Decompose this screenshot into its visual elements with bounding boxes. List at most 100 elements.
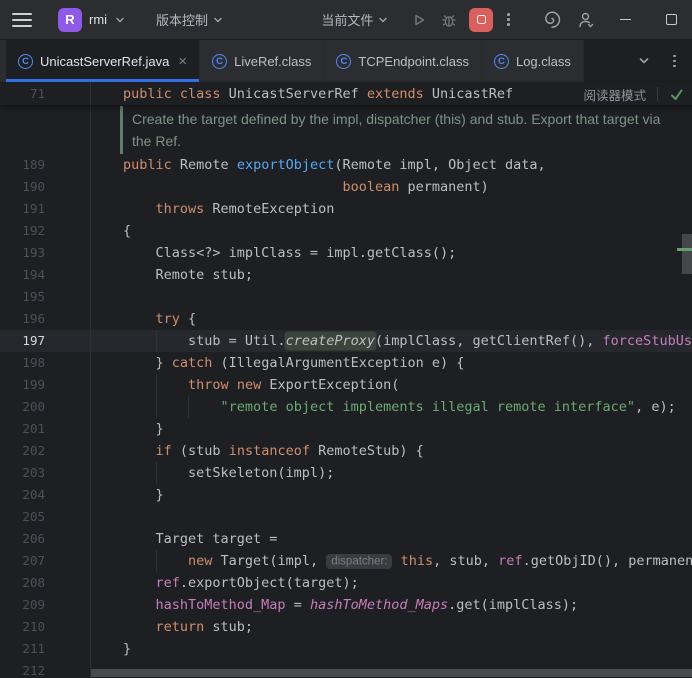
hidden-tabs-icon[interactable] (637, 54, 651, 68)
code-line-207[interactable]: 207 new Target(impl, dispatcher: this, s… (0, 550, 692, 572)
line-content: } (90, 638, 131, 660)
project-widget[interactable]: R rmi (58, 8, 126, 32)
sticky-code: public class UnicastServerRef extends Un… (90, 83, 513, 105)
line-number[interactable]: 208 (0, 572, 90, 594)
code-line-190[interactable]: 190 boolean permanent) (0, 176, 692, 198)
code-line-198[interactable]: 198 } catch (IllegalArgumentException e)… (0, 352, 692, 374)
code-line-204[interactable]: 204 } (0, 484, 692, 506)
line-number[interactable]: 203 (0, 462, 90, 484)
line-number[interactable]: 189 (0, 154, 90, 176)
close-icon[interactable]: × (178, 54, 187, 69)
line-number[interactable]: 198 (0, 352, 90, 374)
line-content: Target target = (90, 528, 277, 550)
line-number[interactable]: 210 (0, 616, 90, 638)
line-content: { (90, 220, 131, 242)
reader-mode-label[interactable]: 阅读器模式 (583, 85, 646, 104)
run-widget-label: 当前文件 (321, 10, 373, 29)
line-content (90, 286, 123, 308)
code-line-200[interactable]: 200 "remote object implements illegal re… (0, 396, 692, 418)
line-number[interactable]: 202 (0, 440, 90, 462)
project-name: rmi (89, 12, 107, 27)
line-number[interactable]: 190 (0, 176, 90, 198)
maximize-button[interactable] (660, 9, 682, 31)
tab-Log.class[interactable]: C Log.class (482, 40, 584, 82)
code-line-211[interactable]: 211} (0, 638, 692, 660)
code-lines: 189public Remote exportObject(Remote imp… (0, 154, 692, 678)
gutter-separator (90, 106, 91, 678)
line-number[interactable]: 192 (0, 220, 90, 242)
line-number[interactable]: 200 (0, 396, 90, 418)
code-line-202[interactable]: 202 if (stub instanceof RemoteStub) { (0, 440, 692, 462)
line-content: if (stub instanceof RemoteStub) { (90, 440, 424, 462)
code-editor[interactable]: Create the target defined by the impl, d… (0, 106, 692, 678)
vcs-widget[interactable]: 版本控制 (156, 10, 224, 29)
line-content: Remote stub; (90, 264, 253, 286)
chevron-down-icon (114, 14, 126, 26)
code-line-209[interactable]: 209 hashToMethod_Map = hashToMethod_Maps… (0, 594, 692, 616)
code-line-206[interactable]: 206 Target target = (0, 528, 692, 550)
vertical-scrollbar-thumb[interactable] (682, 234, 692, 274)
line-number[interactable]: 191 (0, 198, 90, 220)
tab-label: UnicastServerRef.java (40, 54, 169, 69)
line-number[interactable]: 212 (0, 660, 90, 678)
minimize-button[interactable] (614, 9, 636, 31)
code-line-208[interactable]: 208 ref.exportObject(target); (0, 572, 692, 594)
line-number[interactable]: 196 (0, 308, 90, 330)
inspection-ok-icon[interactable] (669, 87, 684, 102)
debug-icon[interactable] (437, 8, 461, 32)
code-line-193[interactable]: 193 Class<?> implClass = impl.getClass()… (0, 242, 692, 264)
code-line-189[interactable]: 189public Remote exportObject(Remote imp… (0, 154, 692, 176)
code-line-210[interactable]: 210 return stub; (0, 616, 692, 638)
code-line-203[interactable]: 203 setSkeleton(impl); (0, 462, 692, 484)
account-icon[interactable] (574, 8, 598, 32)
line-content: boolean permanent) (90, 176, 489, 198)
doc-comment: Create the target defined by the impl, d… (120, 106, 692, 154)
stop-button[interactable] (469, 8, 493, 32)
line-number[interactable]: 193 (0, 242, 90, 264)
tab-label: Log.class (516, 54, 571, 69)
horizontal-scrollbar-thumb[interactable] (91, 669, 692, 677)
code-line-192[interactable]: 192{ (0, 220, 692, 242)
maximize-icon (666, 14, 677, 25)
code-line-195[interactable]: 195 (0, 286, 692, 308)
run-configuration-widget[interactable]: 当前文件 (321, 10, 389, 29)
line-number[interactable]: 205 (0, 506, 90, 528)
ai-assistant-icon[interactable] (540, 8, 564, 32)
sticky-right-group: 阅读器模式 (583, 82, 684, 106)
horizontal-scrollbar[interactable] (91, 668, 692, 678)
code-line-205[interactable]: 205 (0, 506, 692, 528)
line-number[interactable]: 195 (0, 286, 90, 308)
line-number[interactable]: 194 (0, 264, 90, 286)
main-menu-icon[interactable] (12, 13, 32, 27)
more-actions-icon[interactable] (507, 13, 510, 26)
sticky-line-number: 71 (0, 82, 90, 106)
line-content: } (90, 484, 164, 506)
code-line-191[interactable]: 191 throws RemoteException (0, 198, 692, 220)
code-line-197[interactable]: 197 stub = Util.createProxy(implClass, g… (0, 330, 692, 352)
error-stripe-current-line-marker[interactable] (677, 248, 692, 251)
line-number[interactable]: 211 (0, 638, 90, 660)
code-line-199[interactable]: 199 throw new ExportException( (0, 374, 692, 396)
line-number[interactable]: 199 (0, 374, 90, 396)
line-number[interactable]: 201 (0, 418, 90, 440)
divider (657, 87, 658, 101)
tab-UnicastServerRef.java[interactable]: CUnicastServerRef.java× (6, 40, 200, 82)
sticky-header-line[interactable]: 71 public class UnicastServerRef extends… (0, 82, 692, 106)
class-icon: C (212, 54, 227, 69)
tab-LiveRef.class[interactable]: CLiveRef.class (200, 40, 324, 82)
editor-tab-bar: C UnicastServerRef.java × CLiveRef.classCTC… (0, 40, 692, 82)
line-number[interactable]: 207 (0, 550, 90, 572)
line-content: } (90, 418, 164, 440)
code-line-194[interactable]: 194 Remote stub; (0, 264, 692, 286)
tab-TCPEndpoint.class[interactable]: CTCPEndpoint.class (324, 40, 482, 82)
code-line-196[interactable]: 196 try { (0, 308, 692, 330)
class-icon: C (494, 54, 509, 69)
line-number[interactable]: 197 (0, 330, 90, 352)
code-line-201[interactable]: 201 } (0, 418, 692, 440)
ide-window: R rmi 版本控制 当前文件 (0, 0, 692, 678)
line-number[interactable]: 209 (0, 594, 90, 616)
run-icon[interactable] (407, 8, 431, 32)
line-number[interactable]: 204 (0, 484, 90, 506)
line-number[interactable]: 206 (0, 528, 90, 550)
tab-options-icon[interactable] (673, 55, 676, 68)
